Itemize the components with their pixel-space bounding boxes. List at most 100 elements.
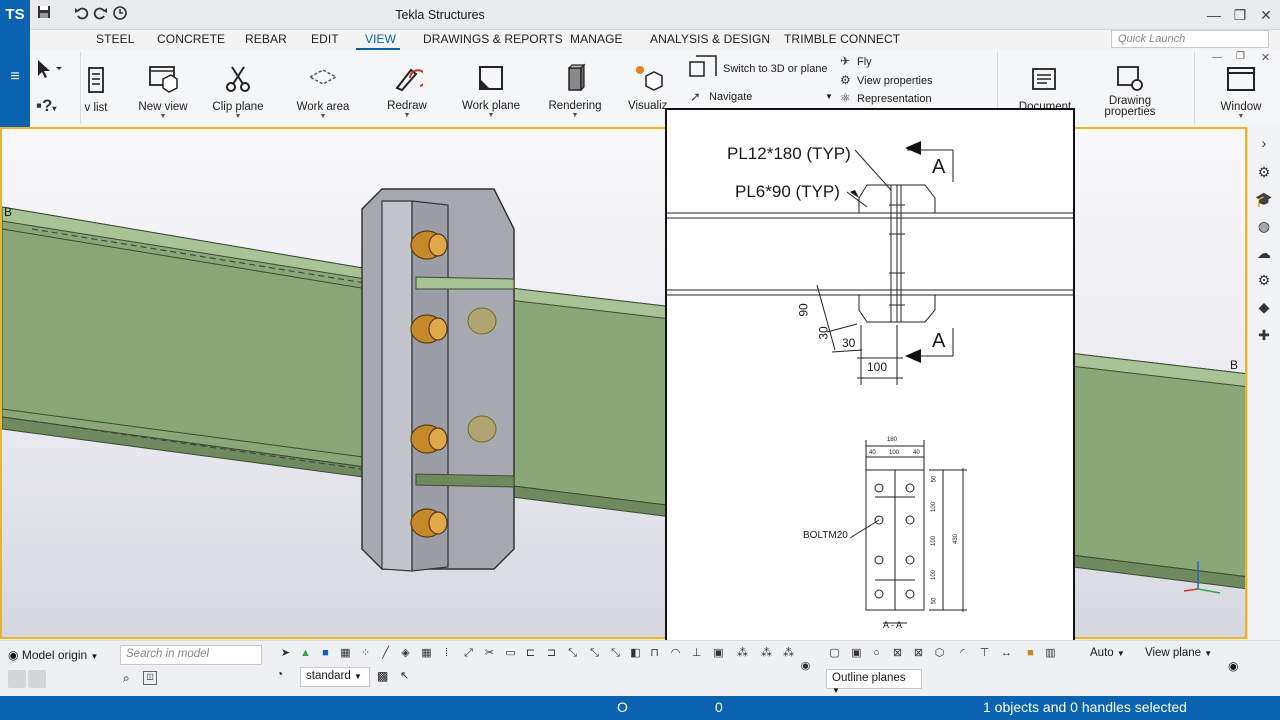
search-model-input[interactable]: Search in model xyxy=(120,645,262,665)
dimension-icon[interactable]: ↔ xyxy=(998,645,1015,662)
select-bolts-icon[interactable]: ⁘ xyxy=(357,645,374,662)
select-components-icon[interactable]: ◈ xyxy=(397,645,414,662)
select-parts-icon[interactable]: ▲ xyxy=(297,645,314,662)
snap-perpendicular-icon[interactable]: ⊥ xyxy=(688,645,705,662)
drawing-properties-button[interactable]: Drawing properties xyxy=(1095,63,1165,118)
outline-planes-select[interactable]: Outline planes ▼ xyxy=(826,669,922,695)
view-plane-select[interactable]: View plane ▼ xyxy=(1140,645,1220,665)
color-icon[interactable]: ■ xyxy=(1022,645,1039,662)
search-icon[interactable]: ⌕ xyxy=(123,671,130,686)
tab-manage[interactable]: MANAGE xyxy=(570,32,623,46)
switch-3d-icon[interactable] xyxy=(688,54,718,87)
circle-icon[interactable]: ○ xyxy=(868,645,885,662)
snap-intersection-icon[interactable]: ◠ xyxy=(667,645,684,662)
scissors-icon[interactable]: ✂ xyxy=(481,645,498,662)
tab-drawings-reports[interactable]: DRAWINGS & REPORTS xyxy=(423,32,563,46)
select-pour-icon[interactable]: ⊐ xyxy=(543,645,560,662)
redraw-button[interactable]: Redraw ▼ xyxy=(372,62,442,119)
settings-icon[interactable]: ⚙ xyxy=(1254,270,1274,290)
delete-origin-button[interactable] xyxy=(28,670,46,688)
dropdown-arrow-icon[interactable]: ▼ xyxy=(825,92,833,101)
tab-edit[interactable]: EDIT xyxy=(311,32,339,46)
select-welds-icon[interactable]: ▦ xyxy=(337,645,354,662)
arc-icon[interactable]: ◜ xyxy=(954,645,971,662)
inner-restore-button[interactable]: ❐ xyxy=(1236,51,1245,62)
snap-free-icon[interactable]: ⁂ xyxy=(758,645,775,662)
minimize-button[interactable]: — xyxy=(1202,5,1226,25)
polygon-icon[interactable]: ⬡ xyxy=(931,645,948,662)
snap-line-icon[interactable]: ⁂ xyxy=(734,645,751,662)
cross-icon[interactable]: ⊠ xyxy=(889,645,906,662)
representation-button[interactable]: Representation xyxy=(857,93,932,105)
clip-plane-button[interactable]: Clip plane ▼ xyxy=(203,63,273,120)
switch-3d-button[interactable]: Switch to 3D or plane xyxy=(723,63,828,75)
zoom-selected-icon[interactable]: ◫ xyxy=(143,671,157,685)
select-grid-icon[interactable]: ▦ xyxy=(418,645,435,662)
redraw-label: Redraw xyxy=(387,100,427,112)
select-gridline-icon[interactable]: ⁞ xyxy=(438,645,455,662)
window-button[interactable]: Window ▼ xyxy=(1206,63,1276,120)
inner-minimize-button[interactable]: — xyxy=(1212,52,1222,63)
tab-concrete[interactable]: CONCRETE xyxy=(157,32,225,46)
snap-mode-icon[interactable]: ⤡ xyxy=(564,645,581,662)
view-properties-button[interactable]: View properties xyxy=(857,75,933,87)
restore-button[interactable]: ❐ xyxy=(1228,5,1252,25)
chevron-right-icon[interactable]: › xyxy=(1254,133,1274,153)
select-cast-unit-icon[interactable]: ⊏ xyxy=(522,645,539,662)
select-lines-icon[interactable]: ╱ xyxy=(377,645,394,662)
select-tool-icon[interactable] xyxy=(36,58,62,83)
fly-button[interactable]: Fly xyxy=(857,56,872,68)
snap-arc-icon[interactable]: ⊓ xyxy=(646,645,663,662)
new-view-button[interactable]: New view ▼ xyxy=(128,63,198,120)
tab-view[interactable]: VIEW xyxy=(365,32,396,46)
checker-icon[interactable]: ▩ xyxy=(377,669,388,683)
quick-help-icon[interactable]: ⚙ xyxy=(1254,162,1274,182)
tab-trimble-connect[interactable]: TRIMBLE CONNECT xyxy=(784,32,900,46)
line-icon[interactable]: ⊤ xyxy=(976,645,993,662)
work-plane-button[interactable]: Work plane ▼ xyxy=(456,62,526,119)
globe-icon[interactable]: ◍ xyxy=(1254,216,1274,236)
select-surfaces-icon[interactable]: ■ xyxy=(317,645,334,662)
section-dim-100: 100 xyxy=(889,450,900,456)
layer-icon[interactable]: ▥ xyxy=(1042,645,1059,662)
cube-icon[interactable]: ◆ xyxy=(1254,297,1274,317)
close-button[interactable]: ✕ xyxy=(1254,5,1278,25)
work-area-button[interactable]: Work area ▼ xyxy=(288,63,358,120)
snap-nearest-icon[interactable]: ▣ xyxy=(710,645,727,662)
eye-icon[interactable]: ◉ xyxy=(797,658,814,675)
select-all-icon[interactable]: ➤ xyxy=(277,645,294,662)
rendering-label: Rendering xyxy=(548,100,602,112)
inner-close-button[interactable]: ✕ xyxy=(1261,51,1270,64)
view-list-button[interactable]: v list xyxy=(70,64,122,114)
rectangle-icon[interactable]: ▢ xyxy=(826,645,843,662)
quick-launch-input[interactable]: Quick Launch xyxy=(1111,30,1269,48)
snap-grid-icon[interactable]: ⁂ xyxy=(780,645,797,662)
add-origin-button[interactable] xyxy=(8,670,26,688)
select-rebar-icon[interactable]: ⤢ xyxy=(460,645,477,662)
add-components-icon[interactable]: ✚ xyxy=(1254,325,1274,345)
document-button[interactable]: Document xyxy=(1010,63,1080,113)
learning-icon[interactable]: 🎓 xyxy=(1254,189,1274,209)
pick-point-icon[interactable]: ↖ xyxy=(400,669,409,682)
tab-steel[interactable]: STEEL xyxy=(96,32,135,46)
tab-rebar[interactable]: REBAR xyxy=(245,32,287,46)
tab-analysis-design[interactable]: ANALYSIS & DESIGN xyxy=(650,32,770,46)
navigate-button[interactable]: Navigate xyxy=(709,91,752,103)
snap-standard-select[interactable]: standard ▼ xyxy=(300,667,370,687)
rendering-button[interactable]: Rendering ▼ xyxy=(540,62,610,119)
help-icon[interactable]: ▪?▾ xyxy=(36,96,56,116)
eye-icon[interactable]: ◉ xyxy=(1228,659,1238,673)
dropdown-arrow-icon: ▼ xyxy=(1116,649,1125,658)
model-origin-select[interactable]: ◉ Model origin ▼ xyxy=(8,645,108,665)
select-assembly-icon[interactable]: ▭ xyxy=(502,645,519,662)
auto-select[interactable]: Auto ▼ xyxy=(1085,645,1135,665)
cloud-icon[interactable]: ☁ xyxy=(1254,243,1274,263)
snap-points-icon[interactable]: ⤡ xyxy=(586,645,603,662)
close-box-icon[interactable]: ⊠ xyxy=(910,645,927,662)
snap-plane-icon[interactable]: ◔ xyxy=(276,667,291,684)
snap-ends-icon[interactable]: ⤡ xyxy=(607,645,624,662)
main-menu-button[interactable]: ≡ xyxy=(0,30,30,128)
snap-center-icon[interactable]: ◧ xyxy=(627,645,644,662)
square-icon[interactable]: ▣ xyxy=(848,645,865,662)
visualize-button[interactable]: Visualiz xyxy=(622,62,672,112)
